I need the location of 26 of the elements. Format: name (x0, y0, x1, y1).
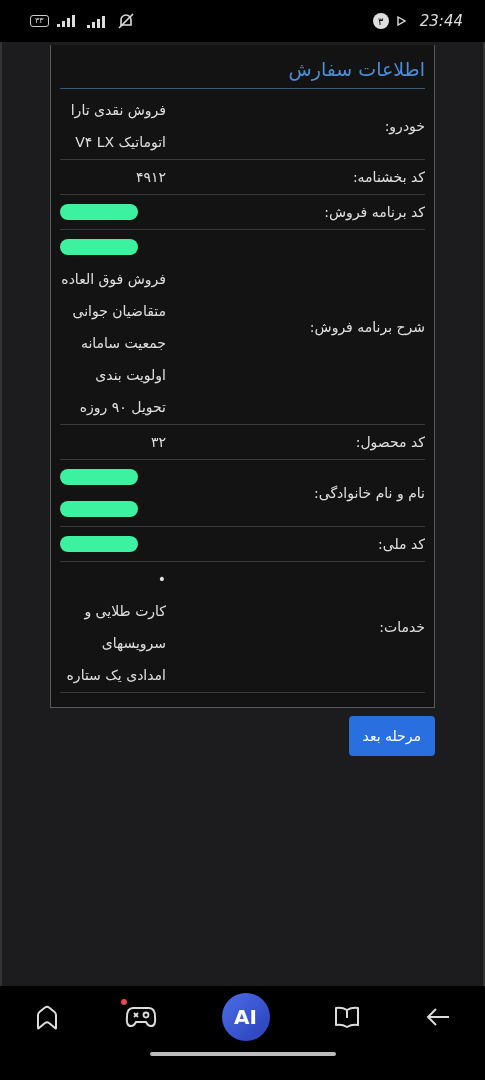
muted-bell-icon (116, 13, 135, 29)
field-label: کد محصول: (354, 434, 425, 450)
field-value: فروش نقدی تارا اتوماتیک V۴ LX (69, 101, 166, 153)
field-label: خودرو: (383, 118, 425, 134)
field-value: ۳۲ (149, 433, 166, 452)
notification-count: ۳ (372, 13, 389, 29)
field-label: کد بخشنامه: (351, 169, 425, 185)
card-title: اطلاعات سفارش (60, 45, 425, 89)
field-label: نام و نام خانوادگی: (313, 485, 425, 501)
field-label: شرح برنامه فروش: (308, 319, 425, 335)
field-value: فروش فوق العاده متقاضیان جوانی جمعیت سامانه اولویت بندی تحویل ۹۰ روزه (60, 270, 166, 418)
field-label: کد ملی: (377, 536, 425, 552)
play-icon (396, 16, 406, 26)
book-icon[interactable] (334, 1005, 361, 1029)
ai-button[interactable]: AI (221, 993, 270, 1041)
next-step-button[interactable]: مرحله بعد (348, 716, 435, 756)
status-time: 23:44 (419, 12, 463, 30)
field-value: • (156, 570, 166, 589)
field-label: کد برنامه فروش: (323, 204, 425, 220)
back-arrow-icon[interactable] (425, 1007, 451, 1027)
field-value: ۴۹۱۲ (134, 168, 166, 187)
field-label: خدمات: (378, 619, 425, 635)
home-icon[interactable] (34, 1004, 60, 1030)
gamepad-icon[interactable] (124, 1005, 157, 1029)
field-value: کارت طلایی و سرویسهای امدادی یک ستاره (65, 602, 166, 686)
battery-icon: ۳۳ (30, 15, 49, 27)
